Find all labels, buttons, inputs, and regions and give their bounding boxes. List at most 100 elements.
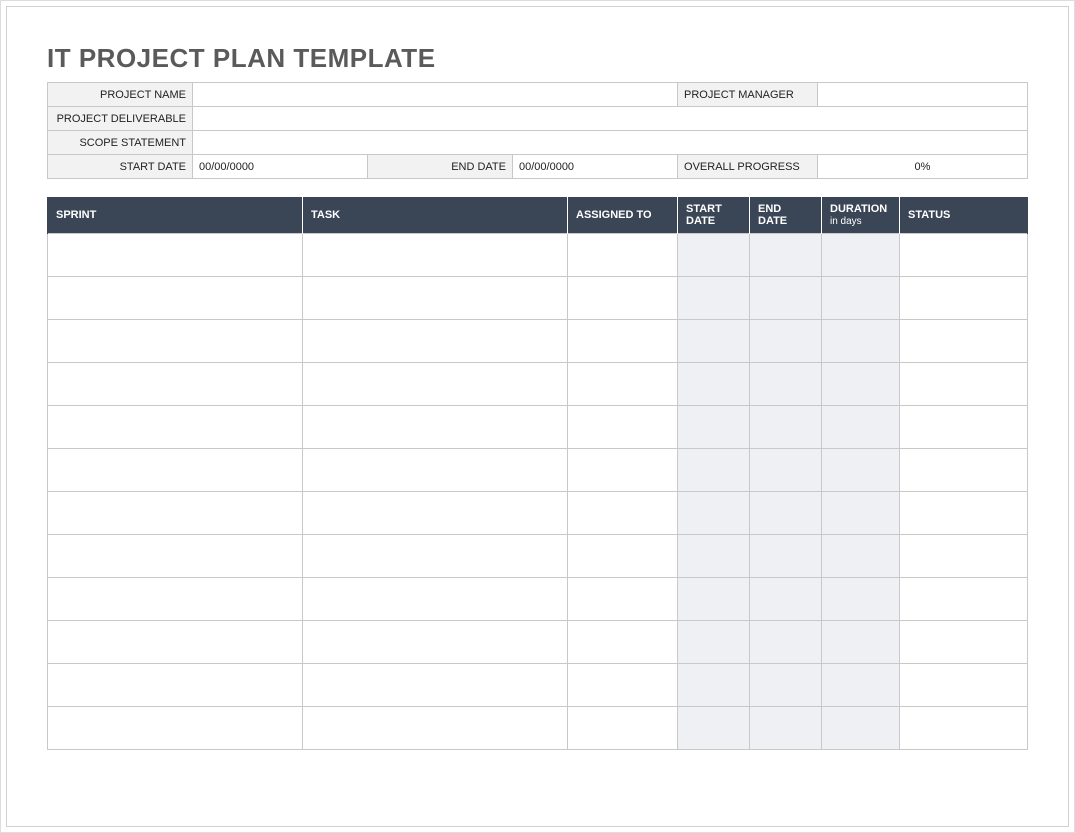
cell-end-date[interactable] <box>750 234 822 277</box>
cell-sprint[interactable] <box>48 320 303 363</box>
cell-sprint[interactable] <box>48 234 303 277</box>
cell-assigned-to[interactable] <box>568 535 678 578</box>
project-manager-value[interactable] <box>818 83 1028 107</box>
cell-start-date[interactable] <box>678 707 750 750</box>
cell-duration[interactable] <box>822 664 900 707</box>
cell-end-date[interactable] <box>750 664 822 707</box>
table-row <box>48 664 1028 707</box>
cell-task[interactable] <box>303 277 568 320</box>
cell-status[interactable] <box>900 664 1028 707</box>
cell-assigned-to[interactable] <box>568 277 678 320</box>
scope-value[interactable] <box>193 131 1028 155</box>
cell-sprint[interactable] <box>48 621 303 664</box>
col-assigned-to: ASSIGNED TO <box>568 197 678 234</box>
cell-sprint[interactable] <box>48 449 303 492</box>
start-date-value[interactable]: 00/00/0000 <box>193 155 368 179</box>
spacer <box>47 179 1028 197</box>
cell-end-date[interactable] <box>750 492 822 535</box>
cell-end-date[interactable] <box>750 406 822 449</box>
scope-label: SCOPE STATEMENT <box>48 131 193 155</box>
cell-duration[interactable] <box>822 621 900 664</box>
cell-task[interactable] <box>303 535 568 578</box>
cell-sprint[interactable] <box>48 707 303 750</box>
cell-sprint[interactable] <box>48 492 303 535</box>
cell-start-date[interactable] <box>678 578 750 621</box>
cell-status[interactable] <box>900 363 1028 406</box>
col-status: STATUS <box>900 197 1028 234</box>
cell-sprint[interactable] <box>48 363 303 406</box>
cell-start-date[interactable] <box>678 535 750 578</box>
cell-task[interactable] <box>303 406 568 449</box>
cell-end-date[interactable] <box>750 320 822 363</box>
cell-status[interactable] <box>900 234 1028 277</box>
cell-sprint[interactable] <box>48 277 303 320</box>
cell-task[interactable] <box>303 449 568 492</box>
cell-status[interactable] <box>900 406 1028 449</box>
cell-task[interactable] <box>303 234 568 277</box>
cell-task[interactable] <box>303 578 568 621</box>
cell-duration[interactable] <box>822 578 900 621</box>
cell-status[interactable] <box>900 621 1028 664</box>
cell-assigned-to[interactable] <box>568 621 678 664</box>
cell-assigned-to[interactable] <box>568 320 678 363</box>
cell-sprint[interactable] <box>48 664 303 707</box>
cell-duration[interactable] <box>822 277 900 320</box>
cell-sprint[interactable] <box>48 406 303 449</box>
cell-assigned-to[interactable] <box>568 492 678 535</box>
end-date-label: END DATE <box>368 155 513 179</box>
table-row <box>48 234 1028 277</box>
project-name-value[interactable] <box>193 83 678 107</box>
cell-duration[interactable] <box>822 707 900 750</box>
cell-end-date[interactable] <box>750 707 822 750</box>
cell-end-date[interactable] <box>750 621 822 664</box>
cell-start-date[interactable] <box>678 234 750 277</box>
cell-sprint[interactable] <box>48 535 303 578</box>
cell-task[interactable] <box>303 707 568 750</box>
cell-assigned-to[interactable] <box>568 363 678 406</box>
cell-start-date[interactable] <box>678 449 750 492</box>
cell-end-date[interactable] <box>750 578 822 621</box>
cell-duration[interactable] <box>822 406 900 449</box>
cell-assigned-to[interactable] <box>568 578 678 621</box>
cell-assigned-to[interactable] <box>568 707 678 750</box>
cell-duration[interactable] <box>822 449 900 492</box>
cell-status[interactable] <box>900 535 1028 578</box>
cell-end-date[interactable] <box>750 363 822 406</box>
cell-task[interactable] <box>303 363 568 406</box>
cell-duration[interactable] <box>822 363 900 406</box>
deliverable-value[interactable] <box>193 107 1028 131</box>
cell-assigned-to[interactable] <box>568 406 678 449</box>
deliverable-label: PROJECT DELIVERABLE <box>48 107 193 131</box>
cell-assigned-to[interactable] <box>568 234 678 277</box>
cell-status[interactable] <box>900 277 1028 320</box>
cell-task[interactable] <box>303 621 568 664</box>
cell-duration[interactable] <box>822 492 900 535</box>
cell-end-date[interactable] <box>750 277 822 320</box>
cell-sprint[interactable] <box>48 578 303 621</box>
cell-end-date[interactable] <box>750 535 822 578</box>
cell-assigned-to[interactable] <box>568 664 678 707</box>
cell-start-date[interactable] <box>678 406 750 449</box>
end-date-value[interactable]: 00/00/0000 <box>513 155 678 179</box>
cell-status[interactable] <box>900 492 1028 535</box>
cell-start-date[interactable] <box>678 492 750 535</box>
cell-assigned-to[interactable] <box>568 449 678 492</box>
cell-start-date[interactable] <box>678 320 750 363</box>
cell-duration[interactable] <box>822 234 900 277</box>
cell-status[interactable] <box>900 320 1028 363</box>
cell-status[interactable] <box>900 707 1028 750</box>
cell-task[interactable] <box>303 320 568 363</box>
cell-end-date[interactable] <box>750 449 822 492</box>
cell-status[interactable] <box>900 449 1028 492</box>
table-row <box>48 406 1028 449</box>
info-row-1: PROJECT NAME PROJECT MANAGER <box>48 83 1028 107</box>
cell-start-date[interactable] <box>678 363 750 406</box>
cell-start-date[interactable] <box>678 277 750 320</box>
cell-duration[interactable] <box>822 320 900 363</box>
cell-start-date[interactable] <box>678 664 750 707</box>
cell-task[interactable] <box>303 664 568 707</box>
cell-status[interactable] <box>900 578 1028 621</box>
cell-task[interactable] <box>303 492 568 535</box>
cell-duration[interactable] <box>822 535 900 578</box>
cell-start-date[interactable] <box>678 621 750 664</box>
